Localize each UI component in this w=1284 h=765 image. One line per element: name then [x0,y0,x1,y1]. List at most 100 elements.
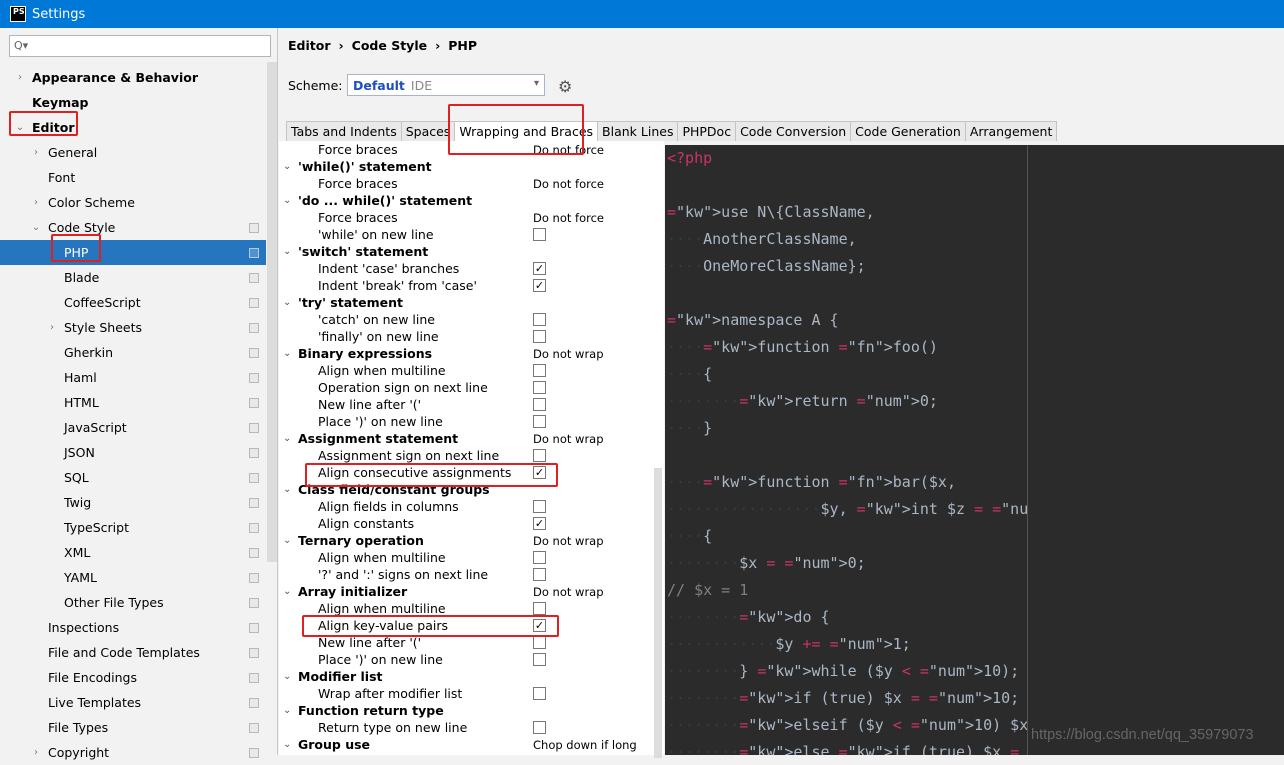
option-row[interactable]: Assignment sign on next line [279,447,664,464]
breadcrumb-editor[interactable]: Editor [288,38,331,53]
option-row[interactable]: Align when multiline [279,362,664,379]
tree-item-inspections[interactable]: Inspections [0,615,266,640]
option-group[interactable]: ⌄ 'switch' statement [279,243,664,260]
option-group[interactable]: ⌄ Modifier list [279,668,664,685]
breadcrumb-code-style[interactable]: Code Style [352,38,427,53]
tree-item-file-and-code-templates[interactable]: File and Code Templates [0,640,266,665]
tree-item-appearance-behavior[interactable]: › Appearance & Behavior [0,65,266,90]
option-checkbox[interactable] [533,398,546,411]
option-value[interactable]: Do not force [533,177,604,191]
option-checkbox[interactable] [533,449,546,462]
option-checkbox[interactable] [533,636,546,649]
option-checkbox[interactable]: ✓ [533,279,546,292]
option-checkbox[interactable] [533,551,546,564]
chevron-down-icon[interactable]: ⌄ [283,586,291,597]
option-value[interactable]: Do not wrap [533,534,604,548]
tree-item-general[interactable]: › General [0,140,266,165]
option-row[interactable]: 'while' on new line [279,226,664,243]
chevron-down-icon[interactable]: ⌄ [283,739,291,750]
option-value[interactable]: Chop down if long [533,738,637,752]
search-input[interactable]: Q▾ [9,35,271,57]
option-checkbox[interactable] [533,653,546,666]
tree-scrollbar[interactable] [267,62,277,562]
option-row[interactable]: 'finally' on new line [279,328,664,345]
chevron-down-icon[interactable]: ⌄ [283,484,291,495]
tree-item-file-encodings[interactable]: File Encodings [0,665,266,690]
tab-arrangement[interactable]: Arrangement [964,121,1058,141]
tree-item-code-style[interactable]: ⌄ Code Style [0,215,266,240]
option-value[interactable]: Do not force [533,211,604,225]
tree-item-style-sheets[interactable]: › Style Sheets [0,315,266,340]
tree-item-gherkin[interactable]: Gherkin [0,340,266,365]
tree-item-other-file-types[interactable]: Other File Types [0,590,266,615]
tree-item-file-types[interactable]: File Types [0,715,266,740]
tree-item-color-scheme[interactable]: › Color Scheme [0,190,266,215]
chevron-down-icon[interactable]: ⌄ [283,348,291,359]
chevron-right-icon[interactable]: › [30,197,42,208]
tree-item-haml[interactable]: Haml [0,365,266,390]
option-group[interactable]: ⌄ 'do ... while()' statement [279,192,664,209]
tab-blank-lines[interactable]: Blank Lines [597,121,679,141]
option-checkbox[interactable] [533,313,546,326]
tree-item-coffeescript[interactable]: CoffeeScript [0,290,266,315]
tree-item-php[interactable]: PHP [0,240,266,265]
option-row[interactable]: Wrap after modifier list [279,685,664,702]
option-value[interactable]: Do not wrap [533,347,604,361]
chevron-down-icon[interactable]: ⌄ [283,535,291,546]
option-row[interactable]: Align constants ✓ [279,515,664,532]
option-row[interactable]: Operation sign on next line [279,379,664,396]
tree-item-javascript[interactable]: JavaScript [0,415,266,440]
tab-code-conversion[interactable]: Code Conversion [735,121,852,141]
option-row[interactable]: New line after '(' [279,396,664,413]
tab-tabs-and-indents[interactable]: Tabs and Indents [286,121,402,141]
option-checkbox[interactable] [533,330,546,343]
scheme-select[interactable]: Default IDE ▾ [347,74,545,96]
tree-item-xml[interactable]: XML [0,540,266,565]
chevron-down-icon[interactable]: ⌄ [30,222,42,233]
chevron-right-icon[interactable]: › [14,72,26,83]
chevron-right-icon[interactable]: › [30,147,42,158]
option-row[interactable]: Return type on new line [279,719,664,736]
chevron-down-icon[interactable]: ⌄ [283,433,291,444]
tree-item-html[interactable]: HTML [0,390,266,415]
option-value[interactable]: Do not wrap [533,585,604,599]
tree-item-font[interactable]: Font [0,165,266,190]
tab-phpdoc[interactable]: PHPDoc [677,121,737,141]
tree-item-typescript[interactable]: TypeScript [0,515,266,540]
chevron-right-icon[interactable]: › [30,747,42,758]
chevron-down-icon[interactable]: ⌄ [283,297,291,308]
option-group[interactable]: ⌄ Binary expressions Do not wrap [279,345,664,362]
option-checkbox[interactable] [533,568,546,581]
option-group[interactable]: ⌄ Function return type [279,702,664,719]
option-value[interactable]: Do not wrap [533,432,604,446]
options-scrollbar[interactable] [654,468,662,758]
tab-code-generation[interactable]: Code Generation [850,121,966,141]
tree-item-json[interactable]: JSON [0,440,266,465]
option-checkbox[interactable] [533,602,546,615]
option-row[interactable]: '?' and ':' signs on next line [279,566,664,583]
tree-item-live-templates[interactable]: Live Templates [0,690,266,715]
option-group[interactable]: ⌄ Array initializer Do not wrap [279,583,664,600]
tree-item-yaml[interactable]: YAML [0,565,266,590]
option-group[interactable]: ⌄ Assignment statement Do not wrap [279,430,664,447]
option-row[interactable]: Align when multiline [279,549,664,566]
option-group[interactable]: ⌄ 'while()' statement [279,158,664,175]
option-checkbox[interactable] [533,228,546,241]
tree-item-blade[interactable]: Blade [0,265,266,290]
option-checkbox[interactable]: ✓ [533,262,546,275]
chevron-down-icon[interactable]: ⌄ [283,671,291,682]
option-checkbox[interactable] [533,364,546,377]
option-row[interactable]: 'catch' on new line [279,311,664,328]
option-row[interactable]: Indent 'break' from 'case' ✓ [279,277,664,294]
tree-item-twig[interactable]: Twig [0,490,266,515]
option-checkbox[interactable] [533,381,546,394]
option-row[interactable]: Align fields in columns [279,498,664,515]
gear-icon[interactable]: ⚙ [558,77,572,96]
chevron-down-icon[interactable]: ⌄ [283,161,291,172]
tree-item-copyright[interactable]: › Copyright [0,740,266,765]
chevron-right-icon[interactable]: › [46,322,58,333]
option-checkbox[interactable] [533,500,546,513]
option-row[interactable]: Place ')' on new line [279,413,664,430]
option-row[interactable]: Force braces Do not force [279,209,664,226]
chevron-down-icon[interactable]: ⌄ [283,195,291,206]
